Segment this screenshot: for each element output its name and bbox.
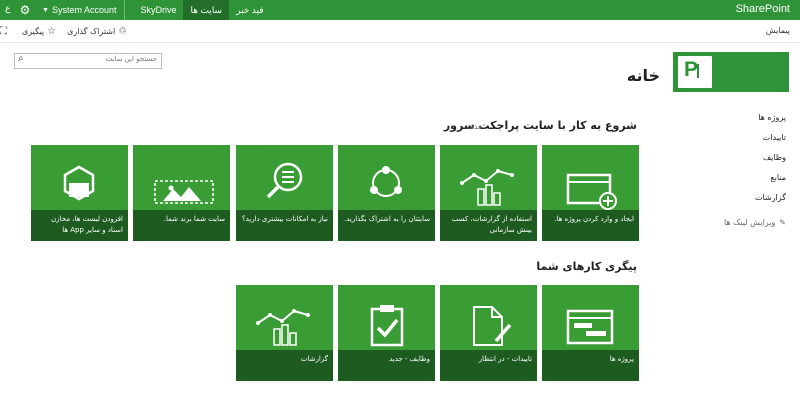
nav-sites[interactable]: سایت ها (183, 0, 230, 20)
mini-label: ع (5, 4, 11, 14)
focus-icon[interactable]: ⛶ (0, 26, 7, 37)
share-button[interactable]: اشتراک گذاری ♲ (67, 26, 127, 37)
page-title: خانه (626, 66, 660, 85)
chart-icon (256, 309, 310, 346)
account-name: System Account (51, 5, 117, 15)
tile-share-site[interactable]: سایتتان را به اشتراک بگذارید. (338, 145, 435, 241)
caret-down-icon: ▼ (42, 6, 49, 14)
gear-icon[interactable]: ⚙ (18, 0, 32, 20)
remove-link[interactable]: حذف (467, 123, 482, 131)
browse-tab[interactable]: پیمایش (766, 26, 790, 35)
edit-links-label: ویرایش لینک ها (723, 218, 776, 227)
quick-launch: پروژه ها تاییدات وظایف منابع گزارشات ✎ و… (696, 111, 786, 236)
tile-caption: گزارشات (236, 350, 333, 381)
tile-caption: تاییدات - در انتظار (440, 350, 537, 381)
divider (124, 0, 126, 20)
project-logo-icon: P (678, 56, 712, 88)
tile-caption: پروژه ها (542, 350, 639, 381)
app-store-icon (63, 165, 95, 201)
suite-bar: ع ⚙ ▼ System Account SkyDrive سایت ها فی… (0, 0, 800, 20)
tile-caption: نیاز به امکانات بیشتری دارید؟ (236, 210, 333, 241)
clipboard-check-icon (370, 305, 404, 347)
tile-caption: سایتتان را به اشتراک بگذارید. (338, 210, 435, 241)
search-placeholder: جستجو این سایت (105, 55, 157, 63)
tile-caption: استفاده از گزارشات، کسب بینش سازمانی (440, 210, 537, 241)
tile-projects[interactable]: پروژه ها (542, 285, 639, 381)
gantt-icon (566, 309, 614, 345)
nav-item-approvals[interactable]: تاییدات (696, 131, 786, 151)
page-toolbar: ⛶ پیگیری ☆ اشتراک گذاری ♲ پیمایش (0, 20, 800, 43)
nav-item-resources[interactable]: منابع (696, 171, 786, 191)
account-menu[interactable]: ▼ System Account (42, 5, 116, 15)
tile-more-features[interactable]: نیاز به امکانات بیشتری دارید؟ (236, 145, 333, 241)
tile-pending-approvals[interactable]: تاییدات - در انتظار (440, 285, 537, 381)
star-icon: ☆ (47, 25, 57, 37)
follow-button[interactable]: پیگیری ☆ (22, 26, 56, 37)
nav-skydrive[interactable]: SkyDrive (133, 0, 183, 20)
tile-branding[interactable]: سایت شما برند شما. (133, 145, 230, 241)
share-icon: ♲ (118, 25, 128, 37)
tile-caption: افزودن لیست ها، مخازن اسناد و سایر App ه… (31, 210, 128, 241)
share-label: اشتراک گذاری (67, 26, 116, 36)
track-work-title: پیگری کارهای شما (536, 260, 637, 273)
tile-reports[interactable]: گزارشات (236, 285, 333, 381)
search-list-icon (266, 162, 303, 199)
tile-caption: ایجاد و وارد کردن پروژه ها. (542, 210, 639, 241)
toolbar-actions: ⛶ پیگیری ☆ اشتراک گذاری ♲ (0, 20, 127, 42)
nav-item-reports[interactable]: گزارشات (696, 191, 786, 211)
share-icon (370, 166, 402, 197)
document-edit-icon (473, 306, 512, 346)
edit-links-button[interactable]: ✎ ویرایش لینک ها (696, 216, 786, 236)
tile-caption: وظایف - جدید (338, 350, 435, 381)
nav-newsfeed[interactable]: فید خبر (229, 0, 271, 20)
tile-new-tasks[interactable]: وظایف - جدید (338, 285, 435, 381)
site-logo[interactable]: P (673, 52, 789, 92)
image-icon (154, 180, 214, 204)
tile-caption: سایت شما برند شما. (133, 210, 230, 241)
tile-add-apps[interactable]: افزودن لیست ها، مخازن اسناد و سایر App ه… (31, 145, 128, 241)
tile-reports-insight[interactable]: استفاده از گزارشات، کسب بینش سازمانی (440, 145, 537, 241)
chart-icon (460, 169, 514, 206)
search-input[interactable]: ⌕ جستجو این سایت (14, 53, 162, 69)
top-nav: ⚙ ▼ System Account SkyDrive سایت ها فید … (18, 0, 271, 20)
add-project-icon (566, 173, 617, 210)
nav-item-projects[interactable]: پروژه ها (696, 111, 786, 131)
pencil-icon: ✎ (779, 218, 786, 227)
brand-sharepoint[interactable]: SharePoint (736, 3, 790, 15)
nav-item-tasks[interactable]: وظایف (696, 151, 786, 171)
follow-label: پیگیری (22, 26, 45, 36)
search-icon[interactable]: ⌕ (18, 53, 24, 64)
tile-create-projects[interactable]: ایجاد و وارد کردن پروژه ها. (542, 145, 639, 241)
